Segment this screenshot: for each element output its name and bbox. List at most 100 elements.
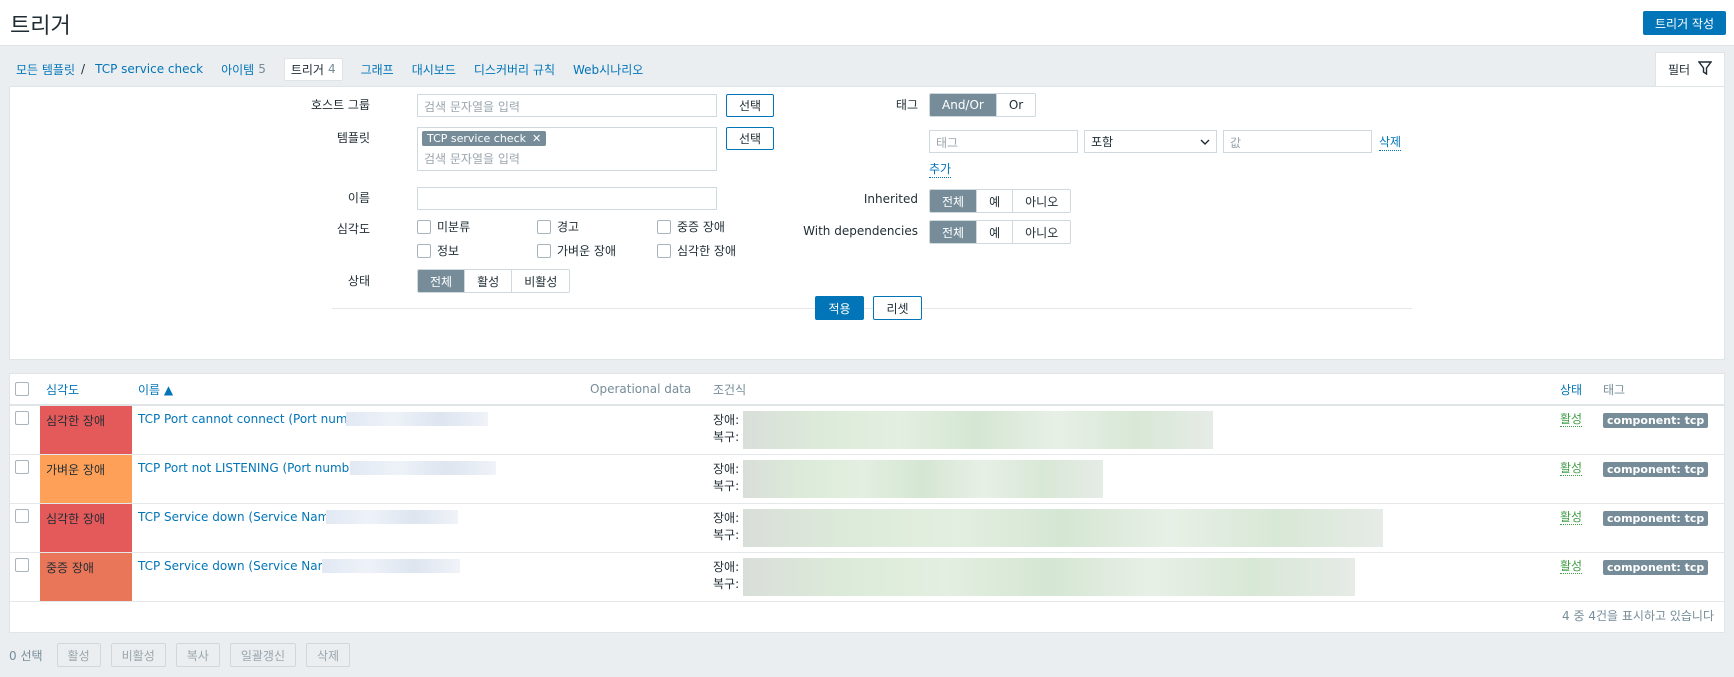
table-row: 가벼운 장애 TCP Port not LISTENING (Port numb… bbox=[10, 455, 1724, 504]
trigger-name-link[interactable]: TCP Port cannot connect (Port number bbox=[138, 412, 367, 426]
state-all[interactable]: 전체 bbox=[418, 270, 466, 292]
tag-badge: component: tcp bbox=[1603, 511, 1709, 526]
inherited-all[interactable]: 전체 bbox=[930, 190, 978, 212]
tag-label: 태그 bbox=[895, 98, 918, 112]
selected-count: 0 선택 bbox=[9, 648, 43, 663]
tag-logic-or[interactable]: Or bbox=[996, 94, 1036, 116]
inherited-toggle: 전체 예 아니오 bbox=[929, 189, 1072, 213]
severity-disaster[interactable]: 심각한 장애 bbox=[657, 242, 736, 259]
crumb-template[interactable]: TCP service check bbox=[95, 62, 203, 76]
severity-not-classified[interactable]: 미분류 bbox=[417, 218, 470, 235]
header-tags: 태그 bbox=[1603, 382, 1626, 397]
filter-panel: 호스트 그룹 검색 문자열을 입력 선택 템플릿 TCP service che… bbox=[9, 86, 1725, 360]
severity-information[interactable]: 정보 bbox=[417, 242, 459, 259]
tag-logic-and-or[interactable]: And/Or bbox=[930, 94, 997, 116]
template-chip: TCP service check ✕ bbox=[422, 131, 547, 146]
name-input[interactable] bbox=[417, 187, 717, 210]
tab-web-scenarios[interactable]: Web시나리오 bbox=[573, 61, 643, 78]
dependencies-yes[interactable]: 예 bbox=[977, 221, 1014, 243]
dependencies-toggle: 전체 예 아니오 bbox=[929, 220, 1072, 244]
crumb-separator: / bbox=[81, 62, 86, 76]
mass-copy-button[interactable]: 복사 bbox=[175, 643, 220, 667]
row-checkbox[interactable] bbox=[15, 509, 29, 523]
state-disabled[interactable]: 비활성 bbox=[512, 270, 570, 292]
header-status[interactable]: 상태 bbox=[1560, 374, 1582, 404]
tag-badge: component: tcp bbox=[1603, 560, 1709, 575]
table-footer-count: 4 중 4건을 표시하고 있습니다 bbox=[1562, 609, 1714, 623]
tag-badge: component: tcp bbox=[1603, 462, 1709, 477]
filter-divider bbox=[332, 308, 1412, 309]
severity-warning[interactable]: 경고 bbox=[537, 218, 579, 235]
triggers-table: 심각도 이름 ▲ Operational data 조건식 상태 태그 심각한 … bbox=[9, 373, 1725, 633]
tab-triggers[interactable]: 트리거 4 bbox=[283, 57, 343, 81]
dependencies-all[interactable]: 전체 bbox=[930, 221, 978, 243]
severity-cell: 심각한 장애 bbox=[40, 504, 132, 552]
tab-graphs[interactable]: 그래프 bbox=[361, 61, 394, 78]
table-row: 중증 장애 TCP Service down (Service Name 장애:… bbox=[10, 553, 1724, 602]
tab-dashboards[interactable]: 대시보드 bbox=[412, 61, 456, 78]
page-header: 트리거 트리거 작성 bbox=[0, 0, 1734, 46]
mass-delete-button[interactable]: 삭제 bbox=[306, 643, 351, 667]
dependencies-label: With dependencies bbox=[803, 224, 918, 238]
create-trigger-button[interactable]: 트리거 작성 bbox=[1642, 11, 1726, 35]
select-all-checkbox[interactable] bbox=[15, 374, 29, 404]
state-enabled[interactable]: 활성 bbox=[465, 270, 513, 292]
header-severity[interactable]: 심각도 bbox=[46, 374, 79, 404]
tag-value-input[interactable]: 값 bbox=[1223, 130, 1372, 153]
severity-high[interactable]: 중증 장애 bbox=[657, 218, 725, 235]
redacted-region bbox=[743, 460, 1103, 498]
trigger-name-link[interactable]: TCP Service down (Service Name: bbox=[138, 510, 341, 524]
mass-enable-button[interactable]: 활성 bbox=[56, 643, 101, 667]
tag-name-input[interactable]: 태그 bbox=[929, 130, 1078, 153]
template-label: 템플릿 bbox=[336, 131, 370, 145]
status-link[interactable]: 활성 bbox=[1560, 559, 1583, 574]
template-select-button[interactable]: 선택 bbox=[726, 127, 774, 150]
host-group-label: 호스트 그룹 bbox=[310, 98, 370, 112]
severity-cell: 심각한 장애 bbox=[40, 406, 132, 454]
trigger-expression: 장애: 복구: bbox=[713, 413, 740, 444]
redacted-region bbox=[346, 412, 488, 426]
trigger-name-link[interactable]: TCP Service down (Service Name bbox=[138, 559, 337, 573]
trigger-name-link[interactable]: TCP Port not LISTENING (Port number bbox=[138, 461, 362, 475]
filter-tab[interactable]: 필터 bbox=[1655, 52, 1725, 86]
redacted-region bbox=[350, 461, 496, 475]
mass-update-button[interactable]: 일괄갱신 bbox=[229, 643, 297, 667]
tab-discovery-rules[interactable]: 디스커버리 규칙 bbox=[474, 61, 555, 78]
reset-button[interactable]: 리셋 bbox=[873, 296, 922, 320]
redacted-region bbox=[743, 509, 1383, 547]
mass-action-bar: 0 선택 활성 비활성 복사 일괄갱신 삭제 bbox=[9, 643, 351, 667]
header-name[interactable]: 이름 ▲ bbox=[138, 374, 173, 404]
breadcrumb: 모든 템플릿 / TCP service check 아이템 5 트리거 4 그래프… bbox=[16, 57, 661, 81]
dependencies-no[interactable]: 아니오 bbox=[1013, 221, 1071, 243]
tag-operator-select[interactable]: 포함 bbox=[1084, 130, 1217, 153]
inherited-yes[interactable]: 예 bbox=[977, 190, 1014, 212]
tag-badge: component: tcp bbox=[1603, 413, 1709, 428]
redacted-region bbox=[326, 510, 458, 524]
status-link[interactable]: 활성 bbox=[1560, 510, 1583, 525]
template-placeholder: 검색 문자열을 입력 bbox=[424, 152, 520, 166]
row-checkbox[interactable] bbox=[15, 460, 29, 474]
remove-chip-icon[interactable]: ✕ bbox=[532, 132, 541, 145]
mass-disable-button[interactable]: 비활성 bbox=[110, 643, 166, 667]
crumb-all-templates[interactable]: 모든 템플릿 bbox=[16, 61, 75, 78]
severity-average[interactable]: 가벼운 장애 bbox=[537, 242, 616, 259]
status-link[interactable]: 활성 bbox=[1560, 412, 1583, 427]
tab-items[interactable]: 아이템 5 bbox=[221, 61, 266, 78]
header-operational-data: Operational data bbox=[590, 382, 692, 396]
severity-cell: 가벼운 장애 bbox=[40, 455, 132, 503]
host-group-input[interactable]: 검색 문자열을 입력 bbox=[417, 94, 717, 117]
row-checkbox[interactable] bbox=[15, 411, 29, 425]
status-link[interactable]: 활성 bbox=[1560, 461, 1583, 476]
tag-remove-link[interactable]: 삭제 bbox=[1379, 133, 1402, 151]
header-expression: 조건식 bbox=[713, 382, 747, 397]
tag-add-link[interactable]: 추가 bbox=[929, 160, 952, 178]
row-checkbox[interactable] bbox=[15, 558, 29, 572]
inherited-label: Inherited bbox=[863, 192, 918, 206]
trigger-expression: 장애: 복구: bbox=[713, 511, 740, 542]
filter-tab-label: 필터 bbox=[1667, 63, 1691, 77]
severity-cell: 중증 장애 bbox=[40, 553, 132, 601]
template-multiselect[interactable]: TCP service check ✕ 검색 문자열을 입력 bbox=[417, 127, 717, 171]
inherited-no[interactable]: 아니오 bbox=[1013, 190, 1071, 212]
state-toggle: 전체 활성 비활성 bbox=[417, 269, 571, 293]
apply-button[interactable]: 적용 bbox=[815, 296, 864, 320]
